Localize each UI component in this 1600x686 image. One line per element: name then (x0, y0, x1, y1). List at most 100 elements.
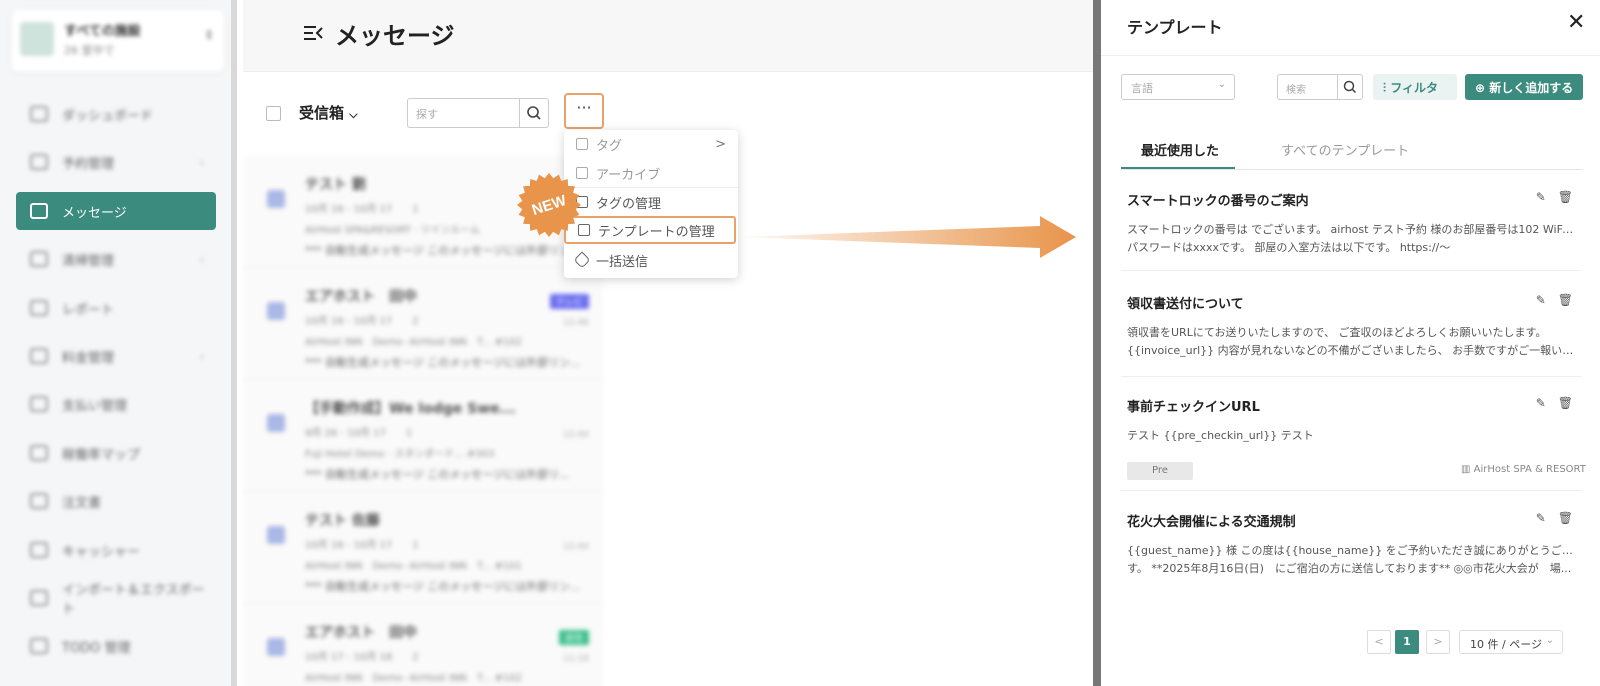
message-guest-name: 【手動作成】We lodge Swe... (305, 401, 516, 417)
sidebar-item-label: 支払い管理 (62, 398, 128, 414)
sidebar-item-label: ダッシュボード (62, 108, 154, 124)
template-card-actions: ✎ 🗑 (1536, 511, 1573, 525)
card-divider (1121, 490, 1581, 491)
message-list-item[interactable]: 【手動作成】We lodge Swe... 9月 26 - 10月 17 1 Fuj… (243, 380, 603, 492)
template-facility-tag: ▥ AirHost SPA & RESORT (1461, 464, 1586, 475)
menu-item-label: 一括送信 (596, 254, 649, 270)
add-folder-icon: ⊕ (1475, 81, 1490, 95)
sidebar-item[interactable]: 注文書 (16, 482, 216, 520)
sidebar-item-label: 稼働率マップ (62, 447, 141, 463)
pointer-arrow (740, 216, 1076, 258)
next-page-button[interactable]: > (1426, 630, 1450, 654)
chart-icon (30, 300, 48, 316)
sidebar-item[interactable]: 稼働率マップ (16, 434, 216, 472)
chevron-down-icon: ⌵ (349, 108, 358, 121)
menu-item-label: アーカイブ (596, 167, 661, 183)
template-card-title: 領収書送付について (1127, 297, 1244, 312)
message-dates: 9月 26 - 10月 17 1 (305, 428, 413, 439)
template-card-title: 事前チェックインURL (1127, 400, 1260, 415)
sidebar-item[interactable]: TODO 管理 (16, 627, 216, 665)
template-card-body: 領収書をURLにてお送りいたしますので、 ご査収のほどよろしくお願いいたします。 (1127, 326, 1547, 339)
template-tabs: 最近使用した すべてのテンプレート (1121, 130, 1583, 170)
menu-item-archive[interactable]: アーカイブ (564, 159, 738, 187)
sidebar-item[interactable]: メッセージ (16, 192, 216, 230)
template-search-button[interactable] (1337, 74, 1363, 100)
message-property: AirHost INN Demo- AirHost INN T... #102 (305, 337, 522, 348)
message-dates: 10月 16 - 10月 17 1 (305, 540, 419, 551)
guest-avatar (267, 638, 285, 656)
template-panel-title: テンプレート (1127, 18, 1223, 37)
chevron-right-icon: > (715, 136, 726, 152)
tab-recent[interactable]: 最近使用した (1141, 140, 1219, 159)
template-card[interactable]: 花火大会開催による交通規制 ✎ 🗑 {{guest_name}} 様 この度は{{ho… (1127, 511, 1575, 578)
status-badge: 返信 (558, 630, 589, 645)
template-card[interactable]: 領収書送付について ✎ 🗑 領収書をURLにてお送りいたしますので、 ご査収のほどよろ… (1127, 293, 1575, 360)
message-property: AirHost INN Demo- AirHost INN T... #102 (305, 673, 522, 684)
template-card-body: {{invoice_url}} 内容が見れないなどの不備がございましたら、 お手… (1127, 344, 1575, 357)
sidebar-item-label: TODO 管理 (62, 640, 131, 656)
message-preview: *** 自動生成メッセージ このメッセージには外部リン... (305, 580, 581, 593)
tab-all-templates[interactable]: すべてのテンプレート (1281, 140, 1409, 159)
edit-icon[interactable]: ✎ (1536, 190, 1546, 204)
menu-item-template-manage[interactable]: テンプレートの管理 (564, 216, 736, 244)
close-icon[interactable]: ✕ (1567, 12, 1585, 34)
menu-item-tag-manage[interactable]: タグの管理 (564, 188, 738, 216)
broom-icon (30, 251, 48, 267)
sidebar-item[interactable]: 清掃管理 › (16, 240, 216, 278)
language-placeholder: 言語 (1131, 82, 1153, 95)
sidebar-item[interactable]: 料金管理 › (16, 337, 216, 375)
template-card[interactable]: 事前チェックインURL ✎ 🗑 テスト {{pre_checkin_url}} テスト (1127, 396, 1575, 445)
sidebar-item[interactable]: キャッシャー (16, 531, 216, 569)
select-all-checkbox[interactable] (266, 106, 281, 121)
delete-icon[interactable]: 🗑 (1558, 396, 1573, 410)
sidebar-item[interactable]: レポート (16, 289, 216, 327)
delete-icon[interactable]: 🗑 (1558, 293, 1573, 307)
menu-item-bulk-send[interactable]: 一括送信 (564, 246, 738, 274)
message-search-input[interactable]: 探す (407, 98, 519, 128)
filter-button[interactable]: ⫶ フィルタ (1373, 74, 1457, 100)
facility-switcher[interactable]: すべての施設 26 室中で ⇕ (12, 10, 224, 72)
menu-item-tag[interactable]: タグ > (564, 130, 738, 158)
add-template-button[interactable]: ⊕ 新しく追加する (1465, 74, 1583, 100)
order-icon (30, 493, 48, 509)
template-card[interactable]: スマートロックの番号のご案内 ✎ 🗑 スマートロックの番号は でございます。 airh… (1127, 190, 1575, 257)
edit-icon[interactable]: ✎ (1536, 511, 1546, 525)
message-time: 11:18 (563, 654, 589, 664)
page-size-select[interactable]: 10 件 / ページ ⌄ (1459, 630, 1563, 654)
building-icon: ▥ (1461, 464, 1474, 475)
prev-page-button[interactable]: < (1367, 630, 1391, 654)
sidebar-item[interactable]: ダッシュボード (16, 95, 216, 133)
sidebar-item[interactable]: 支払い管理 (16, 385, 216, 423)
template-tag-chip: Pre (1127, 462, 1193, 480)
template-panel-header: テンプレート ✕ (1101, 0, 1600, 56)
message-guest-name: エアホスト 田中 (305, 625, 417, 641)
sidebar-item-label: 注文書 (62, 495, 102, 511)
template-card-actions: ✎ 🗑 (1536, 396, 1573, 410)
menu-collapse-icon[interactable] (303, 24, 323, 42)
map-icon (30, 445, 48, 461)
language-select[interactable]: 言語 ⌄ (1121, 74, 1235, 100)
delete-icon[interactable]: 🗑 (1558, 190, 1573, 204)
edit-icon[interactable]: ✎ (1536, 293, 1546, 307)
page-header: メッセージ (243, 0, 1093, 72)
facility-name: すべての施設 (64, 24, 141, 39)
sidebar-item[interactable]: インポート＆エクスポート (16, 579, 216, 617)
message-list-item[interactable]: テスト 佐藤 10月 16 - 10月 17 1 AirHost INN Demo-… (243, 492, 603, 604)
message-list-item[interactable]: エアホスト 田中 10月 16 - 10月 17 2 AirHost INN Dem… (243, 268, 603, 380)
edit-icon[interactable]: ✎ (1536, 396, 1546, 410)
message-dates: 10月 16 - 10月 17 2 (305, 316, 419, 327)
delete-icon[interactable]: 🗑 (1558, 511, 1573, 525)
template-search-input[interactable]: 検索 (1277, 74, 1337, 100)
sidebar-item-label: 予約管理 (62, 156, 115, 172)
message-list-item[interactable]: エアホスト 田中 10月 17 - 10月 18 2 AirHost INN Dem… (243, 604, 603, 686)
page-size-label: 10 件 / ページ (1470, 638, 1542, 651)
current-page[interactable]: 1 (1395, 630, 1419, 654)
more-options-button[interactable]: ··· (564, 93, 604, 129)
message-icon (30, 203, 48, 219)
inbox-label: 受信箱 (299, 104, 345, 122)
template-card-body: {{guest_name}} 様 この度は{{house_name}} をご予約… (1127, 544, 1575, 557)
chevron-right-icon: › (199, 349, 204, 363)
sidebar-item[interactable]: 予約管理 › (16, 143, 216, 181)
inbox-select[interactable]: 受信箱 ⌵ (299, 102, 358, 123)
message-search-button[interactable] (519, 98, 549, 128)
